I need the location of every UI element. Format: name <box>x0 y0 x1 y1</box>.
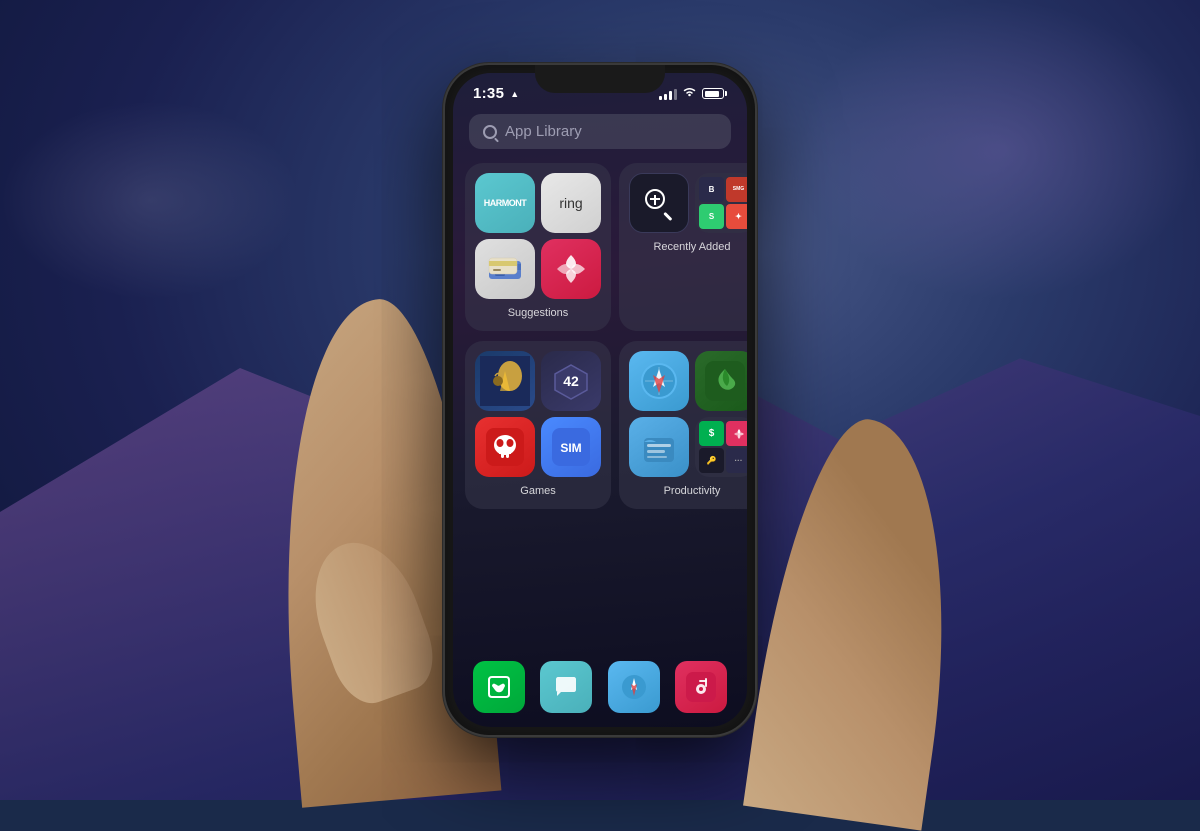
location-arrow-icon: ▲ <box>510 89 519 99</box>
mini-app-b: B <box>699 177 724 202</box>
recently-added-label: Recently Added <box>629 239 747 255</box>
bottom-row: 42 <box>465 341 735 509</box>
signal-bars-icon <box>659 88 677 100</box>
iphone-frame: 1:35 ▲ <box>445 65 755 735</box>
games-row-2: SIM <box>475 417 601 477</box>
mini-app-x: ✦ <box>726 204 747 229</box>
app-skull[interactable] <box>475 417 535 477</box>
status-icons <box>659 86 727 101</box>
search-bar-container[interactable]: App Library <box>453 106 747 159</box>
dock <box>453 653 747 727</box>
app-sim[interactable]: SIM <box>541 417 601 477</box>
recently-added-row-1: B SMG S ✦ <box>629 173 747 233</box>
notch <box>535 65 665 93</box>
mini-app-s: S <box>699 204 724 229</box>
app-grid: HARMONT ring <box>453 159 747 653</box>
app-safari[interactable] <box>629 351 689 411</box>
mini-app-nova-prod <box>726 421 747 446</box>
app-ring[interactable]: ring <box>541 173 601 233</box>
suggestions-apps-row: HARMONT ring <box>475 173 601 233</box>
suggestions-apps-row-2 <box>475 239 601 299</box>
suggestions-label: Suggestions <box>475 305 601 321</box>
scene: 1:35 ▲ <box>0 0 1200 800</box>
productivity-group: $ 🔑 ··· Productivity <box>619 341 747 509</box>
dock-phone[interactable] <box>473 661 525 713</box>
svg-text:42: 42 <box>563 373 579 389</box>
mini-app-key: 🔑 <box>699 448 724 473</box>
signal-bar-3 <box>669 91 672 100</box>
app-harmony[interactable]: HARMONT <box>475 173 535 233</box>
app-files[interactable] <box>629 417 689 477</box>
svg-text:SIM: SIM <box>560 441 581 455</box>
phone-screen: 1:35 ▲ <box>453 73 747 727</box>
search-icon <box>483 125 497 139</box>
hand-right <box>743 409 977 830</box>
mini-app-dollar: $ <box>699 421 724 446</box>
wifi-icon <box>682 86 697 101</box>
dock-safari[interactable] <box>608 661 660 713</box>
signal-bar-1 <box>659 96 662 100</box>
search-bar[interactable]: App Library <box>469 114 731 149</box>
signal-bar-2 <box>664 94 667 100</box>
battery-icon <box>702 88 727 99</box>
dock-messages[interactable] <box>540 661 592 713</box>
app-final-fantasy[interactable] <box>475 351 535 411</box>
productivity-grid[interactable]: $ 🔑 ··· <box>695 417 747 477</box>
dock-music[interactable] <box>675 661 727 713</box>
app-search-plus[interactable] <box>629 173 689 233</box>
recently-added-grid[interactable]: B SMG S ✦ <box>695 173 747 233</box>
recently-added-group: B SMG S ✦ <box>619 163 747 331</box>
signal-bar-4 <box>674 89 677 100</box>
productivity-row-1 <box>629 351 747 411</box>
status-time: 1:35 <box>473 85 504 102</box>
games-row-1: 42 <box>475 351 601 411</box>
mini-app-smg: SMG <box>726 177 747 202</box>
app-dice[interactable]: 42 <box>541 351 601 411</box>
search-placeholder: App Library <box>505 123 582 140</box>
app-mint[interactable] <box>695 351 747 411</box>
mini-app-more: ··· <box>726 448 747 473</box>
games-label: Games <box>475 483 601 499</box>
app-wallet[interactable] <box>475 239 535 299</box>
top-row: HARMONT ring <box>465 163 735 331</box>
productivity-label: Productivity <box>629 483 747 499</box>
suggestions-group: HARMONT ring <box>465 163 611 331</box>
productivity-row-2: $ 🔑 ··· <box>629 417 747 477</box>
games-group: 42 <box>465 341 611 509</box>
app-nova[interactable] <box>541 239 601 299</box>
